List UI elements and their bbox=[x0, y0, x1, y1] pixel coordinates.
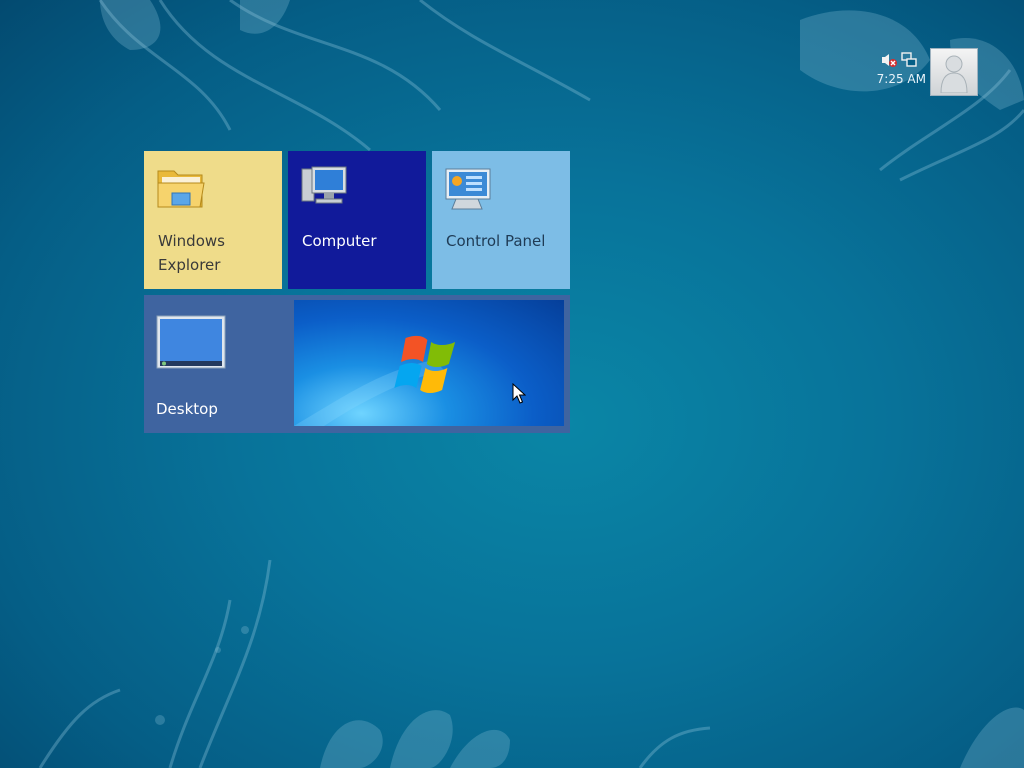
tile-label: Computer bbox=[302, 232, 377, 250]
mouse-cursor-icon bbox=[512, 383, 526, 404]
tile-windows-explorer[interactable]: Windows Explorer bbox=[144, 151, 282, 289]
clock[interactable]: 7:25 AM bbox=[866, 72, 926, 86]
user-avatar-icon bbox=[940, 55, 968, 93]
tile-label: Control Panel bbox=[446, 232, 546, 250]
tile-label: Windows Explorer bbox=[158, 232, 225, 274]
tile-label: Desktop bbox=[156, 400, 218, 418]
start-screen: 7:25 AM Windows Explorer Computer Contro… bbox=[0, 0, 1024, 768]
computer-icon bbox=[301, 166, 347, 204]
status-area: 7:25 AM bbox=[860, 46, 980, 98]
windows-logo-icon bbox=[294, 335, 456, 426]
control-panel-icon bbox=[445, 168, 491, 210]
user-avatar[interactable] bbox=[930, 48, 978, 96]
speaker-muted-icon[interactable] bbox=[880, 52, 898, 68]
network-icon[interactable] bbox=[900, 52, 918, 68]
tile-desktop[interactable]: Desktop bbox=[144, 295, 570, 433]
tile-computer[interactable]: Computer bbox=[288, 151, 426, 289]
folder-icon bbox=[157, 170, 205, 208]
desktop-monitor-icon bbox=[156, 315, 226, 369]
desktop-wallpaper-preview bbox=[294, 300, 564, 426]
tile-control-panel[interactable]: Control Panel bbox=[432, 151, 570, 289]
